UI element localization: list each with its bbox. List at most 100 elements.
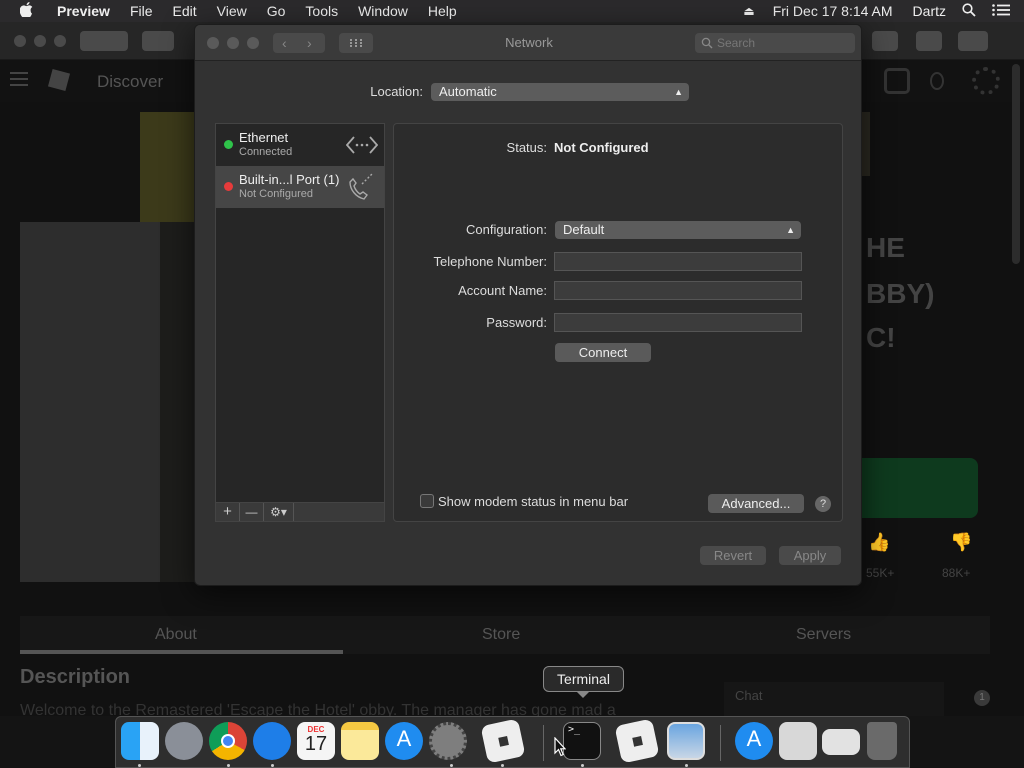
menu-help[interactable]: Help — [418, 3, 467, 19]
menu-edit[interactable]: Edit — [163, 3, 207, 19]
share-icon[interactable] — [916, 31, 942, 51]
account-name-label: Account Name: — [458, 283, 547, 298]
revert-button[interactable]: Revert — [700, 546, 766, 565]
back-chevron-icon[interactable]: ‹ — [282, 33, 287, 53]
nav-discover[interactable]: Discover — [97, 72, 163, 92]
connect-button[interactable]: Connect — [555, 343, 651, 362]
minimize-button[interactable] — [34, 35, 46, 47]
launchpad-icon[interactable] — [165, 722, 203, 760]
search-field[interactable]: Search — [695, 33, 855, 53]
chat-bar[interactable]: Chat — [724, 682, 944, 716]
remove-service-button[interactable]: — — [240, 503, 264, 521]
tabs-icon[interactable] — [958, 31, 988, 51]
scrollbar[interactable] — [1012, 64, 1020, 264]
service-list: Ethernet Connected Built-in...l Port (1)… — [215, 123, 385, 521]
thumbs-up-icon[interactable]: 👍 — [868, 532, 890, 553]
telephone-number-label: Telephone Number: — [433, 254, 547, 269]
menu-window[interactable]: Window — [348, 3, 418, 19]
apple-menu-icon[interactable] — [0, 2, 47, 20]
location-popup[interactable]: Automatic ▲ — [431, 83, 689, 101]
account-name-field[interactable] — [554, 281, 802, 300]
nav-back-forward[interactable]: ‹ › — [273, 33, 325, 53]
game-title-line2: BBY) — [866, 278, 935, 309]
trash-icon[interactable] — [867, 722, 897, 760]
apply-button[interactable]: Apply — [779, 546, 841, 565]
chrome-icon[interactable] — [209, 722, 247, 760]
close-button[interactable] — [14, 35, 26, 47]
add-service-button[interactable]: + — [216, 503, 240, 521]
location-label: Location: — [370, 84, 423, 99]
eject-icon[interactable]: ⏏ — [733, 4, 764, 18]
app-store-icon[interactable]: A — [385, 722, 423, 760]
calendar-icon[interactable]: DEC 17 — [297, 722, 335, 760]
menu-app-name[interactable]: Preview — [47, 3, 120, 19]
status-value: Not Configured — [554, 140, 649, 155]
service-name: Ethernet — [239, 130, 289, 145]
game-title-line3: C! — [866, 322, 896, 353]
back-forward-buttons[interactable] — [80, 31, 128, 51]
telephone-number-field[interactable] — [554, 252, 802, 271]
configuration-popup[interactable]: Default ▲ — [555, 221, 801, 239]
roblox-studio-icon[interactable] — [614, 718, 660, 764]
configuration-value: Default — [563, 222, 605, 237]
spotlight-search-icon[interactable] — [956, 2, 982, 20]
roblox-logo-icon — [47, 68, 71, 92]
forward-chevron-icon[interactable]: › — [307, 33, 312, 53]
running-indicator — [581, 764, 584, 767]
play-button[interactable] — [862, 458, 978, 518]
action-gear-button[interactable]: ⚙▾ — [264, 503, 294, 521]
advanced-button[interactable]: Advanced... — [708, 494, 804, 513]
safari-icon[interactable] — [253, 722, 291, 760]
show-modem-status-checkbox[interactable] — [420, 494, 434, 508]
hamburger-menu-icon[interactable] — [10, 72, 28, 86]
menu-view[interactable]: View — [207, 3, 257, 19]
window-minimize-button[interactable] — [227, 37, 239, 49]
thumbnail-edge — [862, 112, 870, 176]
menu-tools[interactable]: Tools — [295, 3, 348, 19]
user-name[interactable]: Dartz — [903, 3, 956, 19]
download-icon[interactable] — [872, 31, 898, 51]
service-name: Built-in...l Port (1) — [239, 172, 340, 187]
clock[interactable]: Fri Dec 17 8:14 AM — [765, 3, 903, 19]
sidebar-toggle-icon[interactable] — [142, 31, 174, 51]
image-file-icon[interactable] — [822, 729, 860, 755]
service-builtin-port[interactable]: Built-in...l Port (1) Not Configured — [216, 166, 384, 208]
app-store-icon[interactable]: A — [735, 722, 773, 760]
status-dot-green — [224, 140, 233, 149]
game-thumbnail-dark — [160, 222, 196, 582]
settings-gear-icon[interactable] — [972, 67, 1000, 95]
running-indicator — [501, 764, 504, 767]
menu-bar: Preview File Edit View Go Tools Window H… — [0, 0, 1024, 22]
terminal-icon[interactable]: >_ — [563, 722, 601, 760]
tab-store[interactable]: Store — [482, 626, 520, 644]
network-titlebar: ‹ › Network Search — [195, 25, 861, 61]
thumbs-down-icon[interactable]: 👎 — [950, 532, 972, 553]
dock-separator — [720, 725, 721, 761]
password-field[interactable] — [554, 313, 802, 332]
notification-icon[interactable] — [930, 72, 944, 90]
show-all-grid-icon[interactable] — [339, 33, 373, 53]
notes-icon[interactable] — [341, 722, 379, 760]
service-detail-panel: Status: Not Configured Configuration: De… — [393, 123, 843, 522]
menu-go[interactable]: Go — [257, 3, 296, 19]
game-title-line1: HE — [866, 232, 905, 263]
service-ethernet[interactable]: Ethernet Connected — [216, 124, 384, 166]
ethernet-icon — [345, 134, 379, 159]
roblox-icon[interactable] — [480, 718, 526, 764]
preview-icon[interactable] — [667, 722, 705, 760]
zoom-button[interactable] — [54, 35, 66, 47]
running-indicator — [450, 764, 453, 767]
system-preferences-icon[interactable] — [429, 722, 467, 760]
service-list-controls: + — ⚙▾ — [215, 502, 385, 522]
window-zoom-button[interactable] — [247, 37, 259, 49]
finder-icon[interactable] — [121, 722, 159, 760]
documents-stack-icon[interactable] — [779, 722, 817, 760]
tab-about[interactable]: About — [155, 626, 197, 644]
notification-center-icon[interactable] — [982, 3, 1024, 19]
menu-file[interactable]: File — [120, 3, 163, 19]
window-close-button[interactable] — [207, 37, 219, 49]
help-button[interactable]: ? — [815, 496, 831, 512]
robux-icon[interactable] — [884, 68, 910, 94]
window-title: Network — [505, 35, 553, 50]
tab-servers[interactable]: Servers — [796, 626, 851, 644]
